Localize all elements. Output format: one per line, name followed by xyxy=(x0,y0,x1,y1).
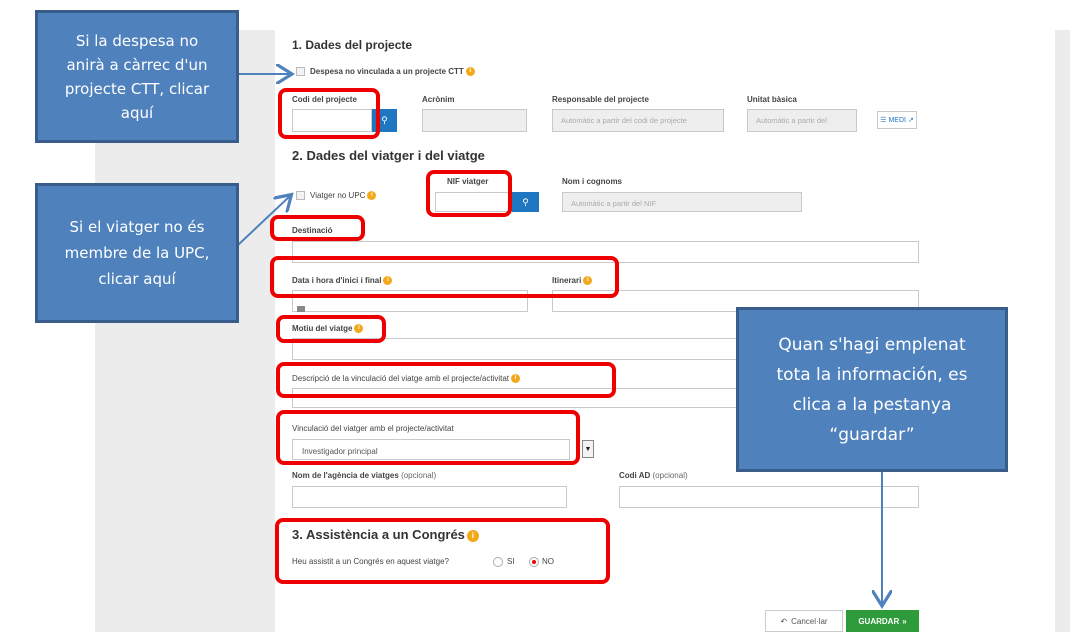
arrow-2 xyxy=(237,196,290,246)
callout-despesa: Si la despesa no anirà a càrrec d'un pro… xyxy=(35,10,239,143)
callout-text: membre de la UPC, xyxy=(64,244,210,262)
callout-text: projecte CTT, clicar xyxy=(64,79,210,98)
callout-text: tota la información, es xyxy=(776,364,968,385)
screenshot: 1. Dades del projecte Despesa no vincula… xyxy=(0,0,1070,632)
callout-text: clica a la pestanya xyxy=(792,394,952,415)
callout-text: anirà a càrrec d'un xyxy=(66,55,208,74)
callout-text: Si el viatger no és xyxy=(69,218,205,236)
callout-text: clicar aquí xyxy=(98,270,176,288)
callout-text: Quan s'hagi emplenat xyxy=(778,334,966,355)
callout-viatger: Si el viatger no és membre de la UPC, cl… xyxy=(35,183,239,323)
callout-guardar: Quan s'hagi emplenat tota la información… xyxy=(736,307,1008,472)
callout-text: aquí xyxy=(120,103,154,122)
callout-text: Si la despesa no xyxy=(75,31,199,50)
callout-text: “guardar” xyxy=(829,424,915,445)
